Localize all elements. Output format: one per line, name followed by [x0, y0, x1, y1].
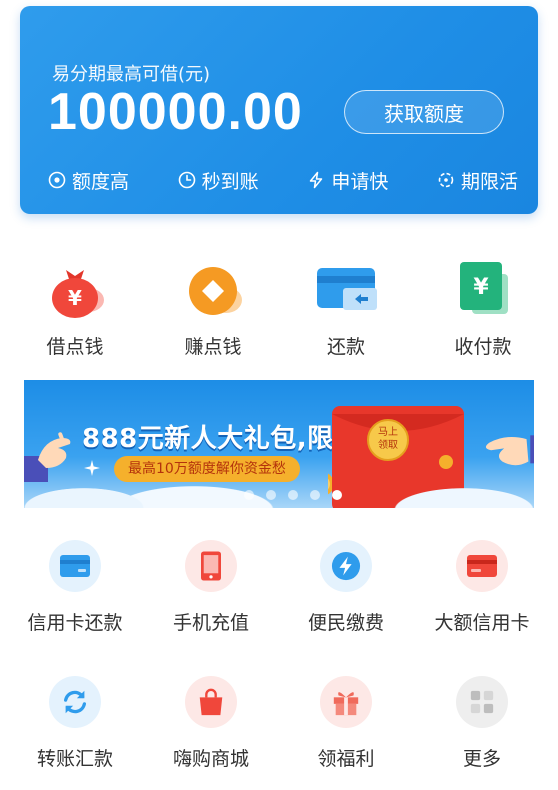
- grid-more-icon: [456, 676, 508, 728]
- lightning-icon: [320, 540, 372, 592]
- service-label: 嗨购商城: [172, 748, 249, 770]
- credit-limit-amount: 100000.00: [48, 83, 303, 141]
- top-action-label: 借点钱: [46, 336, 104, 358]
- credit-card-repayment-button[interactable]: 信用卡还款: [8, 540, 142, 635]
- yuan-bill-icon: ¥: [452, 260, 514, 322]
- lightning-icon: [310, 171, 323, 189]
- mobile-recharge-button[interactable]: 手机充值: [144, 540, 278, 635]
- top-action-label: 赚点钱: [184, 336, 242, 358]
- carousel-dot[interactable]: [244, 490, 254, 500]
- transfer-button[interactable]: 转账汇款: [8, 676, 142, 771]
- borrow-money-button[interactable]: ¥ 借点钱: [20, 260, 130, 359]
- hand-right-illustration: [485, 435, 534, 466]
- service-label: 大额信用卡: [434, 612, 530, 634]
- card-return-icon: [315, 260, 377, 322]
- carousel-dot[interactable]: [266, 490, 276, 500]
- feature-high-limit: 额度高: [48, 168, 130, 193]
- carousel-dot[interactable]: [288, 490, 298, 500]
- carousel-dots: [244, 490, 342, 500]
- feature-label: 额度高: [72, 170, 130, 193]
- get-credit-button[interactable]: 获取额度: [344, 90, 504, 134]
- welfare-button[interactable]: 领福利: [279, 676, 413, 771]
- transfer-arrows-icon: [49, 676, 101, 728]
- money-bag-icon: ¥: [44, 260, 106, 322]
- carousel-dot[interactable]: [310, 490, 320, 500]
- feature-flexible-term: 期限活: [437, 168, 518, 193]
- feature-label: 秒到账: [201, 170, 259, 193]
- cycle-icon: [438, 172, 454, 188]
- more-button[interactable]: 更多: [415, 676, 549, 771]
- promo-banner[interactable]: 888元新人大礼包,限时领 最高10万额度解你资金愁 马上领取: [24, 380, 534, 508]
- mobile-phone-icon: [185, 540, 237, 592]
- feature-fast-arrival: 秒到账: [178, 168, 259, 193]
- top-action-label: 还款: [326, 336, 365, 358]
- feature-quick-apply: 申请快: [307, 168, 389, 193]
- repayment-button[interactable]: 还款: [291, 260, 401, 359]
- service-label: 手机充值: [172, 612, 249, 634]
- svg-text:¥: ¥: [473, 275, 489, 300]
- receive-pay-button[interactable]: ¥ 收付款: [428, 260, 538, 359]
- feature-list: 额度高 秒到账 申请快 期限活: [48, 168, 518, 193]
- service-label: 更多: [462, 748, 501, 770]
- target-icon: [48, 171, 66, 189]
- shopping-bag-icon: [185, 676, 237, 728]
- gift-icon: [320, 676, 372, 728]
- credit-card-icon: [49, 540, 101, 592]
- credit-limit-card: 易分期最高可借(元) 100000.00 获取额度 额度高 秒到账 申请快 期限…: [20, 6, 538, 214]
- sparkle-icon: [84, 460, 100, 476]
- service-label: 领福利: [317, 748, 375, 770]
- red-card-icon: [456, 540, 508, 592]
- top-action-row: ¥ 借点钱 赚点钱 还款 ¥ 收付款: [0, 260, 558, 360]
- shopping-mall-button[interactable]: 嗨购商城: [144, 676, 278, 771]
- feature-label: 申请快: [331, 170, 389, 193]
- service-label: 信用卡还款: [27, 612, 123, 634]
- banner-subtitle: 最高10万额度解你资金愁: [114, 456, 300, 482]
- svg-text:¥: ¥: [68, 286, 82, 310]
- service-label: 转账汇款: [36, 748, 113, 770]
- service-label: 便民缴费: [307, 612, 384, 634]
- top-action-label: 收付款: [454, 336, 512, 358]
- large-credit-card-button[interactable]: 大额信用卡: [415, 540, 549, 635]
- earn-money-button[interactable]: 赚点钱: [158, 260, 268, 359]
- feature-label: 期限活: [460, 170, 518, 193]
- coin-diamond-icon: [182, 260, 244, 322]
- clock-icon: [178, 171, 195, 189]
- carousel-dot-active[interactable]: [332, 490, 342, 500]
- utility-payment-button[interactable]: 便民缴费: [279, 540, 413, 635]
